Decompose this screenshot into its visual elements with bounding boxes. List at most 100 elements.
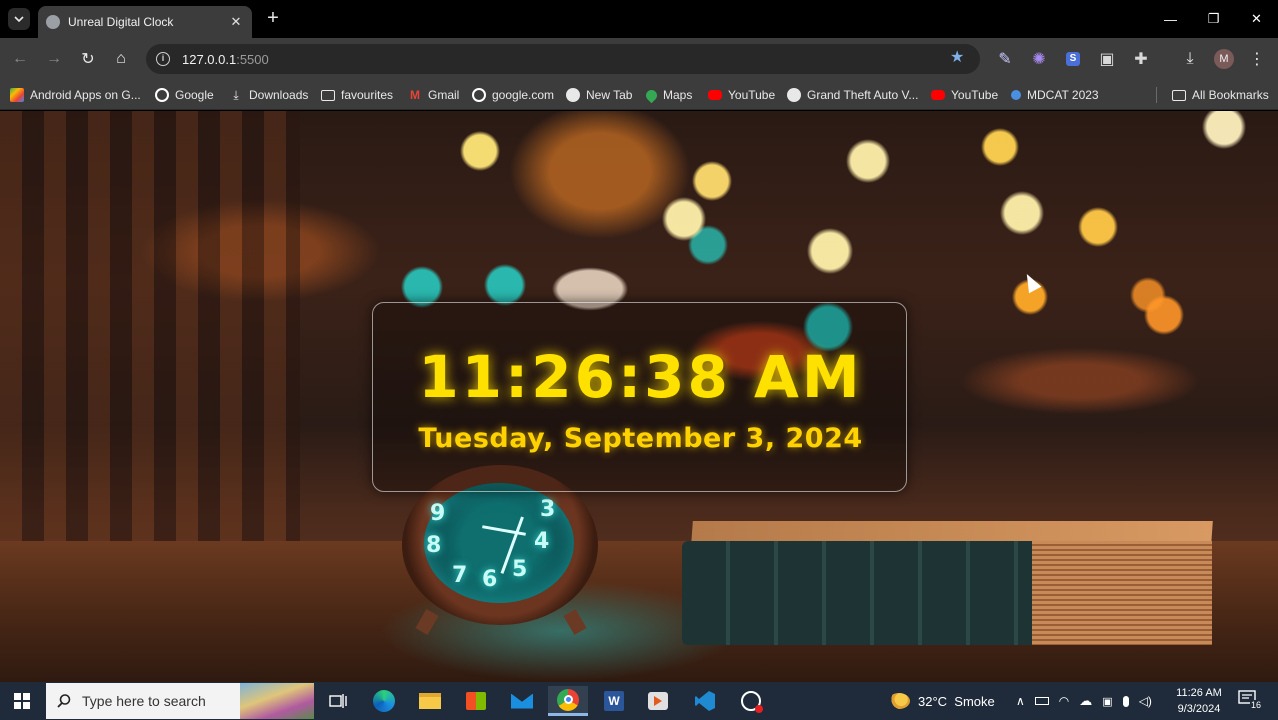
chrome-icon[interactable] — [548, 686, 588, 716]
active-tab[interactable]: Unreal Digital Clock ✕ — [38, 6, 252, 38]
alarm-clock-face: 9 8 7 6 5 4 3 — [424, 483, 574, 603]
clock-numeral: 7 — [452, 563, 468, 588]
gmail-icon: M — [410, 88, 420, 102]
avatar[interactable]: M — [1214, 49, 1234, 69]
bookmark-youtube-2[interactable]: YouTube — [931, 86, 998, 104]
notification-center-button[interactable]: 16 — [1238, 690, 1263, 712]
bookmark-label: google.com — [492, 88, 555, 102]
new-tab-button[interactable]: + — [262, 8, 284, 30]
bookmark-label: YouTube — [728, 88, 776, 102]
globe-icon — [787, 88, 801, 102]
bookmark-favourites[interactable]: favourites — [321, 86, 393, 104]
mail-icon[interactable] — [502, 686, 542, 716]
weather-widget[interactable]: 32°C Smoke — [888, 682, 995, 720]
restore-button[interactable]: ❐ — [1192, 0, 1235, 38]
bookmark-gta[interactable]: Grand Theft Auto V... — [787, 86, 918, 104]
forward-arrow-icon[interactable]: → — [42, 47, 66, 71]
maps-icon — [643, 87, 660, 103]
gear-extension-icon[interactable]: ✺ — [1030, 50, 1048, 68]
system-tray: ∧ ◠ ☁ ▣ ◁) — [1016, 682, 1152, 720]
bookmark-new-tab[interactable]: New Tab — [566, 86, 632, 104]
clock-numeral: 5 — [512, 557, 528, 582]
vscode-icon[interactable] — [685, 686, 725, 716]
chevron-up-icon[interactable]: ∧ — [1016, 694, 1025, 708]
speaker-icon[interactable]: ◁) — [1139, 694, 1152, 708]
background-bookshelf — [0, 111, 300, 541]
url-port: :5500 — [236, 51, 269, 67]
cloud-icon[interactable]: ☁ — [1079, 693, 1092, 709]
bookmark-mdcat[interactable]: MDCAT 2023 — [1011, 86, 1099, 104]
chevron-down-icon — [14, 16, 24, 23]
windows-logo-icon — [14, 693, 30, 709]
microphone-icon[interactable] — [1122, 695, 1129, 707]
bookmarks-divider — [1156, 87, 1157, 103]
close-window-button[interactable]: ✕ — [1235, 0, 1278, 38]
taskbar-search-box[interactable]: Type here to search — [46, 683, 314, 719]
taskbar-clock[interactable]: 11:26 AM 9/3/2024 — [1170, 685, 1228, 717]
search-highlight-image — [240, 683, 314, 719]
bookmark-label: Gmail — [428, 88, 460, 102]
bookmark-gmail[interactable]: M Gmail — [408, 86, 459, 104]
notification-count: 16 — [1250, 700, 1263, 710]
all-bookmarks-label: All Bookmarks — [1192, 88, 1269, 102]
clock-time: 11:26:38 AM — [418, 343, 863, 411]
more-menu-icon[interactable]: ⋮ — [1248, 50, 1266, 68]
bookmark-label: Grand Theft Auto V... — [807, 88, 919, 102]
minimize-button[interactable]: — — [1149, 0, 1192, 38]
tab-favicon-icon — [46, 15, 60, 29]
weather-text: 32°C Smoke — [918, 693, 995, 709]
extensions-puzzle-icon[interactable]: ✚ — [1132, 50, 1150, 68]
tab-close-icon[interactable]: ✕ — [228, 14, 244, 30]
home-icon[interactable]: ⌂ — [109, 47, 133, 71]
edge-browser-icon[interactable] — [364, 686, 404, 716]
camera-icon[interactable]: ▣ — [1102, 695, 1112, 708]
background-book — [682, 521, 1213, 645]
bookmark-google-com[interactable]: google.com — [472, 86, 554, 104]
s-extension-icon[interactable]: S — [1064, 50, 1082, 68]
microsoft-store-icon[interactable] — [456, 686, 496, 716]
clock-numeral: 3 — [540, 497, 556, 522]
battery-icon[interactable] — [1034, 697, 1049, 705]
wifi-icon[interactable]: ◠ — [1059, 694, 1069, 708]
site-info-icon[interactable]: i — [156, 52, 170, 66]
google-icon — [155, 88, 169, 102]
mouse-cursor-icon — [1020, 270, 1042, 294]
task-view-icon[interactable] — [318, 686, 358, 716]
file-explorer-icon[interactable] — [410, 686, 450, 716]
bookmark-star-icon[interactable]: ★ — [950, 50, 966, 66]
clock-date: Tuesday, September 3, 2024 — [418, 423, 863, 454]
folder-icon — [321, 89, 335, 101]
bookmark-label: favourites — [341, 88, 394, 102]
start-button[interactable] — [0, 682, 44, 720]
bookmark-google[interactable]: Google — [155, 86, 214, 104]
taskbar-time: 11:26 AM — [1176, 687, 1222, 699]
bookmark-label: YouTube — [951, 88, 999, 102]
youtube-icon — [931, 90, 945, 100]
bookmark-label: Downloads — [249, 88, 309, 102]
screen-recorder-icon[interactable] — [731, 686, 771, 716]
address-bar[interactable]: i 127.0.0.1:5500 ★ — [146, 44, 980, 74]
bookmark-maps[interactable]: Maps — [643, 86, 692, 104]
book-pages — [1032, 541, 1212, 645]
window-controls: — ❐ ✕ — [1149, 0, 1278, 38]
youtube-icon — [708, 90, 722, 100]
back-arrow-icon[interactable]: ← — [8, 47, 32, 71]
bookmark-downloads[interactable]: ⤓ Downloads — [229, 86, 308, 104]
all-bookmarks-button[interactable]: All Bookmarks — [1172, 86, 1269, 104]
tab-search-button[interactable] — [8, 8, 30, 30]
bookmark-youtube-1[interactable]: YouTube — [708, 86, 775, 104]
page-viewport: 9 8 7 6 5 4 3 11:26:38 AM Tuesday, Septe… — [0, 111, 1278, 682]
bookmark-label: MDCAT 2023 — [1027, 88, 1099, 102]
bookmark-android-apps[interactable]: Android Apps on G... — [10, 86, 141, 104]
search-icon — [57, 694, 71, 708]
reload-icon[interactable]: ↻ — [76, 47, 100, 71]
clock-numeral: 8 — [426, 533, 442, 558]
download-icon[interactable]: ⤓ — [1181, 50, 1199, 68]
clock-numeral: 4 — [534, 529, 550, 554]
windows-taskbar: Type here to search W 32°C Smoke ∧ ◠ ☁ ▣ — [0, 682, 1278, 720]
image-extension-icon[interactable]: ▣ — [1098, 50, 1116, 68]
play-store-icon — [10, 88, 24, 102]
eyedropper-extension-icon[interactable]: ✎ — [996, 50, 1014, 68]
word-icon[interactable]: W — [594, 686, 634, 716]
media-player-icon[interactable] — [638, 686, 678, 716]
